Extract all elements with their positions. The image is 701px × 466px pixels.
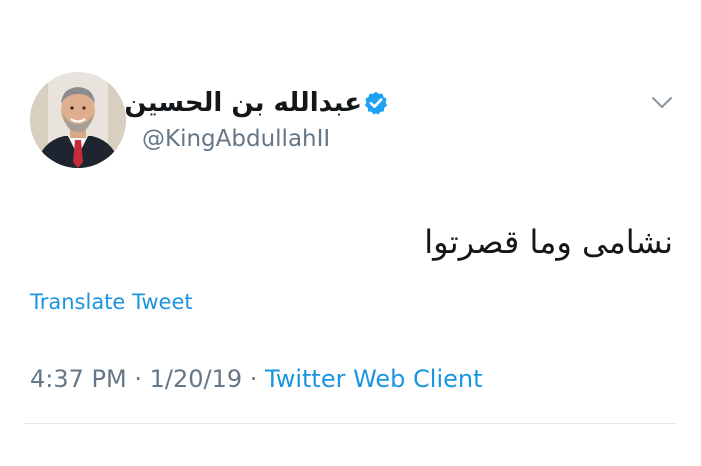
avatar[interactable] — [30, 72, 126, 168]
tweet-metadata: 4:37 PM · 1/20/19 · Twitter Web Client — [30, 363, 483, 395]
verified-badge-icon — [364, 91, 388, 115]
divider — [24, 423, 676, 424]
avatar-image — [30, 72, 126, 168]
meta-separator: · — [126, 365, 150, 393]
tweet-date: 1/20/19 — [149, 365, 243, 393]
tweet-time: 4:37 PM — [30, 365, 127, 393]
translate-tweet-link[interactable]: Translate Tweet — [30, 287, 193, 317]
tweet-text: نشامى وما قصرتوا — [424, 223, 673, 261]
meta-separator: · — [242, 365, 266, 393]
chevron-down-icon[interactable] — [651, 96, 673, 110]
tweet-source-link[interactable]: Twitter Web Client — [265, 365, 483, 393]
user-handle[interactable]: @KingAbdullahII — [142, 124, 330, 154]
display-name[interactable]: عبدالله بن الحسين — [124, 86, 362, 120]
